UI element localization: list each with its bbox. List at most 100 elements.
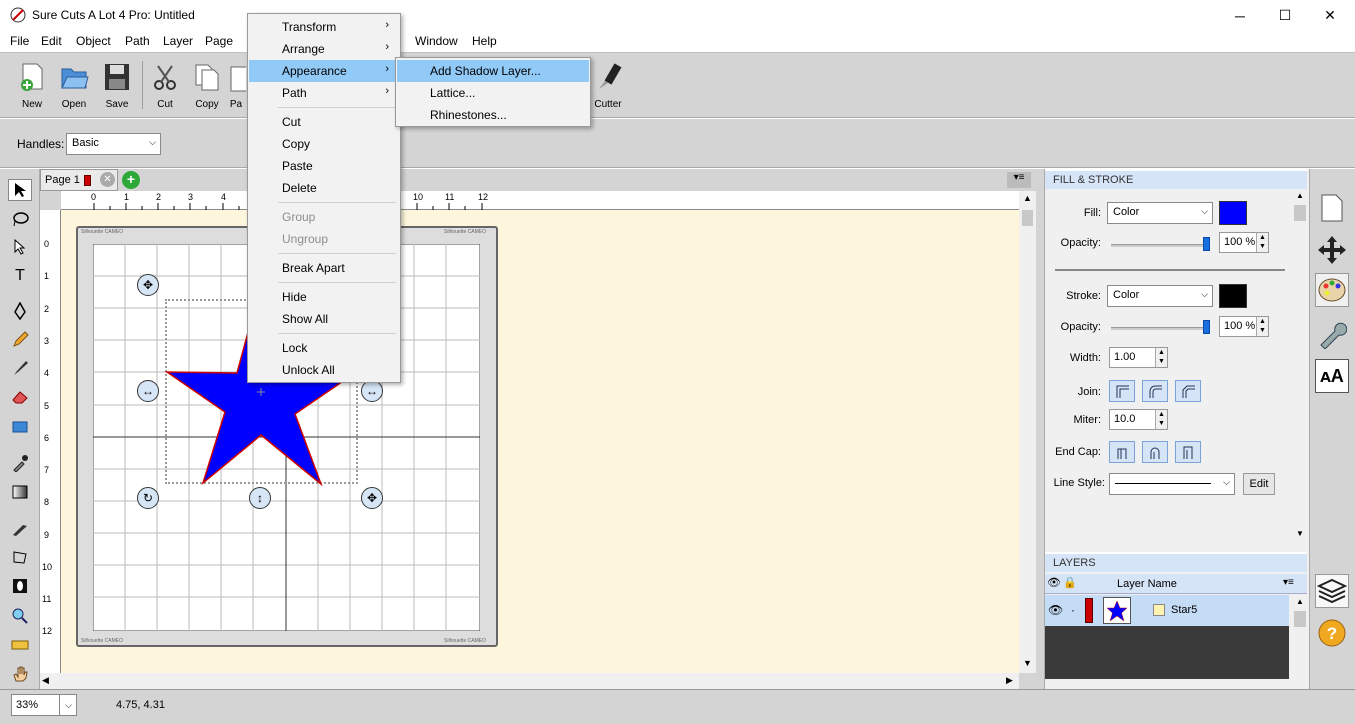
open-button[interactable]: Open	[52, 59, 96, 115]
vertical-scrollbar[interactable]: ▲ ▼	[1019, 191, 1036, 673]
pen-tool[interactable]	[8, 300, 32, 322]
miter-input[interactable]: 10.0 ▲ ▼	[1109, 409, 1168, 430]
menu-item-appearance[interactable]: Appearance ›	[249, 60, 399, 82]
stroke-opacity-slider[interactable]	[1111, 327, 1209, 330]
panel-scrollbar[interactable]: ▲ ▼	[1293, 189, 1307, 541]
menu-item-transform[interactable]: Transform ›	[249, 16, 399, 38]
spinner-icon[interactable]: ▲ ▼	[1155, 410, 1167, 429]
menu-layer[interactable]: Layer	[163, 34, 193, 48]
layers-panel-button[interactable]	[1315, 574, 1349, 608]
move-handle-icon[interactable]: ✥	[137, 274, 159, 296]
cap-butt-button[interactable]	[1109, 441, 1135, 463]
layers-scrollbar[interactable]: ▲	[1293, 595, 1307, 689]
layer-row[interactable]: 👁 · Star5	[1045, 595, 1289, 626]
page-options-icon[interactable]: ▾≡	[1007, 172, 1031, 188]
eraser-tool[interactable]	[8, 385, 32, 407]
join-bevel-button[interactable]	[1175, 380, 1201, 402]
cut-button[interactable]: Cut	[143, 59, 187, 115]
chevron-down-icon[interactable]: ⌵	[59, 695, 77, 715]
brush-tool[interactable]	[8, 357, 32, 379]
menu-item-break-apart[interactable]: Break Apart	[249, 257, 399, 279]
scroll-down-icon[interactable]: ▼	[1023, 658, 1032, 668]
transform-panel-button[interactable]	[1315, 233, 1349, 267]
maximize-button[interactable]: ☐	[1262, 0, 1308, 31]
fill-opacity-slider-thumb[interactable]	[1203, 237, 1210, 251]
menu-item-path[interactable]: Path ›	[249, 82, 399, 104]
layers-scroll-thumb[interactable]	[1294, 611, 1306, 627]
resize-horizontal-handle-icon[interactable]: ↔	[137, 380, 159, 402]
scale-handle-icon[interactable]: ✥	[361, 487, 383, 509]
layers-menu-icon[interactable]: ▾≡	[1283, 577, 1294, 588]
panel-scroll-thumb[interactable]	[1294, 205, 1306, 221]
stroke-opacity-input[interactable]: 100 % ▲ ▼	[1219, 316, 1269, 337]
edit-line-style-button[interactable]: Edit	[1243, 473, 1275, 495]
menu-item-paste[interactable]: Paste	[249, 155, 399, 177]
zoom-select[interactable]: 33% ⌵	[11, 694, 77, 716]
help-button[interactable]: ?	[1315, 616, 1349, 650]
eyedropper-tool[interactable]	[8, 452, 32, 474]
text-panel-button[interactable]: ᴀA	[1315, 359, 1349, 393]
canvas[interactable]: Silhouette CAMEO Silhouette CAMEO Silhou…	[61, 210, 1019, 673]
menu-help[interactable]: Help	[472, 34, 497, 48]
menu-item-group[interactable]: Group	[249, 206, 399, 228]
layer-lock-toggle-icon[interactable]: ·	[1071, 603, 1075, 617]
settings-panel-button[interactable]	[1315, 317, 1349, 351]
minimize-button[interactable]: ─	[1217, 0, 1263, 31]
menu-path[interactable]: Path	[125, 34, 150, 48]
menu-file[interactable]: File	[10, 34, 29, 48]
gradient-tool[interactable]	[8, 481, 32, 503]
shape-tool[interactable]	[8, 416, 32, 438]
scroll-up-icon[interactable]: ▲	[1023, 193, 1032, 203]
layer-name[interactable]: Star5	[1171, 604, 1197, 616]
menu-item-rhinestones[interactable]: Rhinestones...	[397, 104, 589, 126]
fill-opacity-slider[interactable]	[1111, 244, 1209, 247]
paste-button[interactable]: Pa	[226, 59, 246, 115]
cutter-button[interactable]: Cutter	[586, 59, 630, 115]
horizontal-scrollbar[interactable]: ◀ ▶	[40, 673, 1019, 689]
line-style-select[interactable]: ⌵	[1109, 473, 1235, 495]
resize-horizontal-right-handle-icon[interactable]: ↔	[361, 380, 383, 402]
pencil-tool[interactable]	[8, 329, 32, 351]
menu-edit[interactable]: Edit	[41, 34, 62, 48]
stroke-opacity-slider-thumb[interactable]	[1203, 320, 1210, 334]
join-miter-button[interactable]	[1109, 380, 1135, 402]
fill-type-select[interactable]: Color ⌵	[1107, 202, 1213, 224]
handles-select[interactable]: Basic ⌵	[66, 133, 161, 155]
menu-item-ungroup[interactable]: Ungroup	[249, 228, 399, 250]
close-page-icon[interactable]: ✕	[100, 172, 115, 187]
menu-window[interactable]: Window	[415, 34, 458, 48]
menu-item-arrange[interactable]: Arrange ›	[249, 38, 399, 60]
menu-item-unlock-all[interactable]: Unlock All	[249, 359, 399, 381]
text-tool[interactable]: T	[8, 265, 32, 287]
lasso-tool[interactable]	[8, 208, 32, 230]
stroke-type-select[interactable]: Color ⌵	[1107, 285, 1213, 307]
spinner-icon[interactable]: ▲ ▼	[1256, 233, 1268, 252]
menu-item-cut[interactable]: Cut	[249, 111, 399, 133]
scroll-left-icon[interactable]: ◀	[42, 675, 49, 686]
measure-tool[interactable]	[8, 634, 32, 656]
scroll-up-icon[interactable]: ▲	[1296, 597, 1304, 606]
join-round-button[interactable]	[1142, 380, 1168, 402]
fill-color-swatch[interactable]	[1219, 201, 1247, 225]
add-page-icon[interactable]: +	[122, 171, 140, 189]
node-tool[interactable]	[8, 236, 32, 258]
scroll-up-icon[interactable]: ▲	[1296, 191, 1304, 200]
menu-item-add-shadow-layer[interactable]: Add Shadow Layer...	[397, 60, 589, 82]
menu-page[interactable]: Page	[205, 34, 233, 48]
save-button[interactable]: Save	[95, 59, 139, 115]
document-panel-button[interactable]	[1315, 191, 1349, 225]
close-button[interactable]: ✕	[1307, 0, 1353, 31]
cap-round-button[interactable]	[1142, 441, 1168, 463]
spinner-icon[interactable]: ▲ ▼	[1256, 317, 1268, 336]
fill-stroke-panel-button[interactable]	[1315, 273, 1349, 307]
new-button[interactable]: New	[10, 59, 54, 115]
select-tool[interactable]	[8, 179, 32, 201]
menu-item-lock[interactable]: Lock	[249, 337, 399, 359]
vertical-scroll-thumb[interactable]	[1022, 210, 1033, 226]
zoom-tool[interactable]	[8, 605, 32, 627]
weld-tool[interactable]	[8, 575, 32, 597]
menu-item-lattice[interactable]: Lattice...	[397, 82, 589, 104]
menu-object[interactable]: Object	[76, 34, 111, 48]
rotate-handle-icon[interactable]: ↻	[137, 487, 159, 509]
menu-item-show-all[interactable]: Show All	[249, 308, 399, 330]
